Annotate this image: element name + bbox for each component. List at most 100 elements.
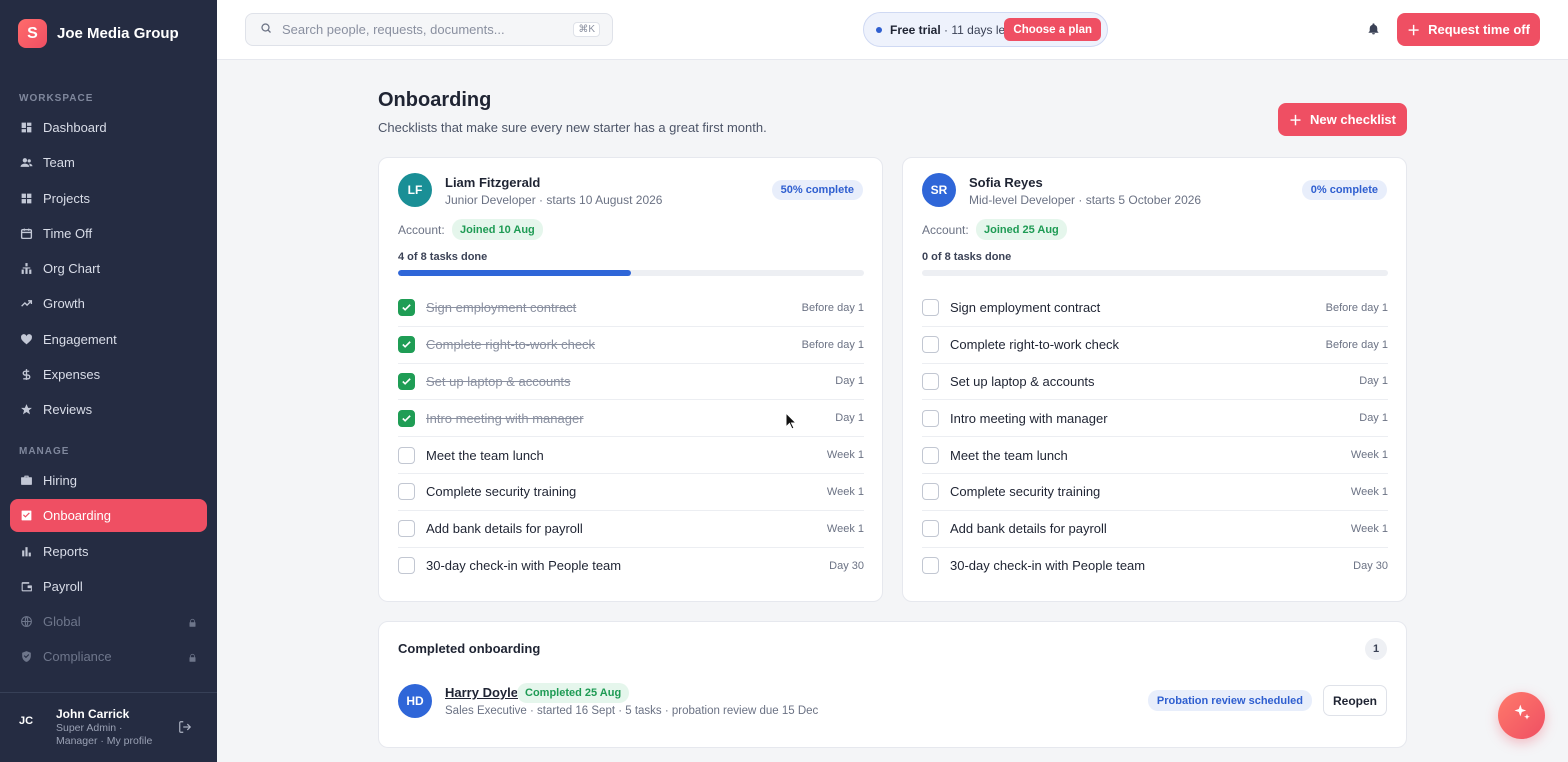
sidebar-item-compliance[interactable]: Compliance (10, 640, 207, 673)
task-checkbox[interactable] (922, 372, 939, 390)
progress-bar (398, 270, 864, 276)
sidebar-item-projects[interactable]: Projects (10, 182, 207, 215)
task-checkbox-checked[interactable] (398, 336, 415, 354)
bell-icon[interactable] (1367, 22, 1380, 41)
task-checkbox[interactable] (922, 520, 939, 538)
account-status-badge: Joined 25 Aug (976, 219, 1067, 240)
completed-person-name-link[interactable]: Harry Doyle (445, 685, 518, 700)
sidebar-item-engagement[interactable]: Engagement (10, 323, 207, 356)
completed-count-badge: 1 (1365, 638, 1387, 660)
sidebar-item-time-off[interactable]: Time Off (10, 217, 207, 250)
sidebar-item-payroll[interactable]: Payroll (10, 570, 207, 603)
task-label: Meet the team lunch (426, 447, 544, 463)
logout-icon[interactable] (178, 720, 192, 739)
sidebar-item-label: Projects (43, 190, 90, 206)
user-profile[interactable]: JC John Carrick Super Admin · Manager · … (0, 692, 217, 762)
manage-nav: Hiring Onboarding Reports Payroll Global Comp… (10, 464, 207, 676)
account-status-badge: Joined 10 Aug (452, 219, 543, 240)
task-label: Sign employment contract (950, 300, 1101, 316)
ai-assistant-button[interactable] (1498, 692, 1545, 739)
calendar-icon (20, 227, 33, 240)
task-checkbox[interactable] (922, 299, 939, 317)
checkbox-icon (20, 509, 33, 522)
search-box[interactable]: ⌘K (245, 13, 613, 46)
sidebar-item-expenses[interactable]: Expenses (10, 358, 207, 391)
task-checkbox[interactable] (922, 446, 939, 464)
lock-icon (188, 651, 197, 666)
star-icon (20, 403, 33, 416)
task-due: Week 1 (1350, 485, 1388, 498)
checklist-card: LF Liam Fitzgerald Junior Developer · star… (378, 157, 883, 602)
sidebar-item-label: Compliance (43, 649, 112, 665)
bar-chart-icon (20, 545, 33, 558)
task-due: Week 1 (826, 522, 864, 535)
user-name: John Carrick (56, 707, 130, 721)
task-label: Intro meeting with manager (426, 410, 584, 426)
sidebar-item-growth[interactable]: Growth (10, 287, 207, 320)
sidebar-item-global[interactable]: Global (10, 605, 207, 638)
task-row: Sign employment contract Before day 1 (922, 290, 1388, 327)
completed-person-details: Sales Executive · started 16 Sept · 5 ta… (445, 705, 819, 717)
sidebar-item-dashboard[interactable]: Dashboard (10, 111, 207, 144)
task-checkbox-checked[interactable] (398, 409, 415, 427)
sidebar-item-label: Team (43, 155, 75, 171)
task-checkbox[interactable] (922, 409, 939, 427)
new-starter-name: Sofia Reyes (969, 175, 1043, 190)
sparkle-icon (1512, 703, 1532, 728)
task-checkbox[interactable] (398, 483, 415, 501)
task-label: Complete right-to-work check (950, 337, 1120, 353)
account-label: Account: (398, 223, 445, 237)
reopen-button[interactable]: Reopen (1323, 685, 1387, 716)
task-row: Intro meeting with manager Day 1 (922, 400, 1388, 438)
sidebar-item-label: Hiring (43, 473, 77, 488)
task-row: 30-day check-in with People team Day 30 (398, 548, 864, 585)
workspace-section-label: WORKSPACE (19, 93, 94, 104)
task-due: Day 1 (1359, 375, 1388, 388)
projects-icon (20, 192, 33, 205)
sidebar-item-reviews[interactable]: Reviews (10, 393, 207, 426)
task-checkbox[interactable] (398, 520, 415, 538)
sidebar-item-hiring[interactable]: Hiring (10, 464, 207, 497)
choose-plan-button[interactable]: Choose a plan (1004, 18, 1101, 41)
task-due: Day 30 (1353, 559, 1388, 572)
sidebar-item-team[interactable]: Team (10, 146, 207, 179)
task-checkbox[interactable] (922, 336, 939, 354)
progress-bar (922, 270, 1388, 276)
task-due: Week 1 (826, 485, 864, 498)
task-checkbox[interactable] (398, 446, 415, 464)
tasks-done-count: 0 of 8 tasks done (922, 251, 1012, 263)
task-row: Add bank details for payroll Week 1 (398, 511, 864, 548)
sidebar-item-onboarding[interactable]: Onboarding (10, 499, 207, 533)
brand[interactable]: S Joe Media Group (18, 19, 179, 48)
task-checkbox[interactable] (398, 557, 415, 575)
task-row: Complete right-to-work check Before day 1 (398, 327, 864, 364)
topbar: ⌘K Free trial · 11 days left Choose a pl… (217, 0, 1568, 60)
task-row: Set up laptop & accounts Day 1 (922, 364, 1388, 401)
search-input[interactable] (282, 22, 562, 37)
task-label: Sign employment contract (426, 300, 577, 316)
request-time-off-button[interactable]: ＋ Request time off (1397, 13, 1540, 46)
task-checkbox[interactable] (922, 557, 939, 575)
sidebar-item-org-chart[interactable]: Org Chart (10, 252, 207, 285)
new-checklist-button[interactable]: ＋ New checklist (1278, 103, 1407, 136)
sidebar-item-label: Dashboard (43, 120, 107, 135)
task-label: Complete security training (426, 484, 577, 500)
task-checkbox[interactable] (922, 483, 939, 501)
user-role: Super Admin · Manager · My profile (56, 722, 153, 747)
task-due: Week 1 (826, 449, 864, 462)
task-checkbox-checked[interactable] (398, 372, 415, 390)
completed-title: Completed onboarding (398, 641, 541, 656)
task-row: Meet the team lunch Week 1 (922, 437, 1388, 474)
task-row: Add bank details for payroll Week 1 (922, 511, 1388, 548)
sidebar-item-label: Onboarding (43, 508, 111, 524)
progress-badge: 50% complete (771, 180, 863, 200)
task-due: Day 1 (1359, 412, 1388, 425)
sidebar-item-label: Reports (43, 543, 89, 559)
avatar: SR (922, 173, 956, 207)
sidebar-item-reports[interactable]: Reports (10, 535, 207, 568)
task-due: Week 1 (1350, 522, 1388, 535)
task-label: 30-day check-in with People team (426, 558, 622, 574)
task-checkbox-checked[interactable] (398, 299, 415, 317)
sidebar: S Joe Media Group WORKSPACE Dashboard Tea… (0, 0, 217, 762)
status-badge: Probation review scheduled (1147, 690, 1312, 711)
